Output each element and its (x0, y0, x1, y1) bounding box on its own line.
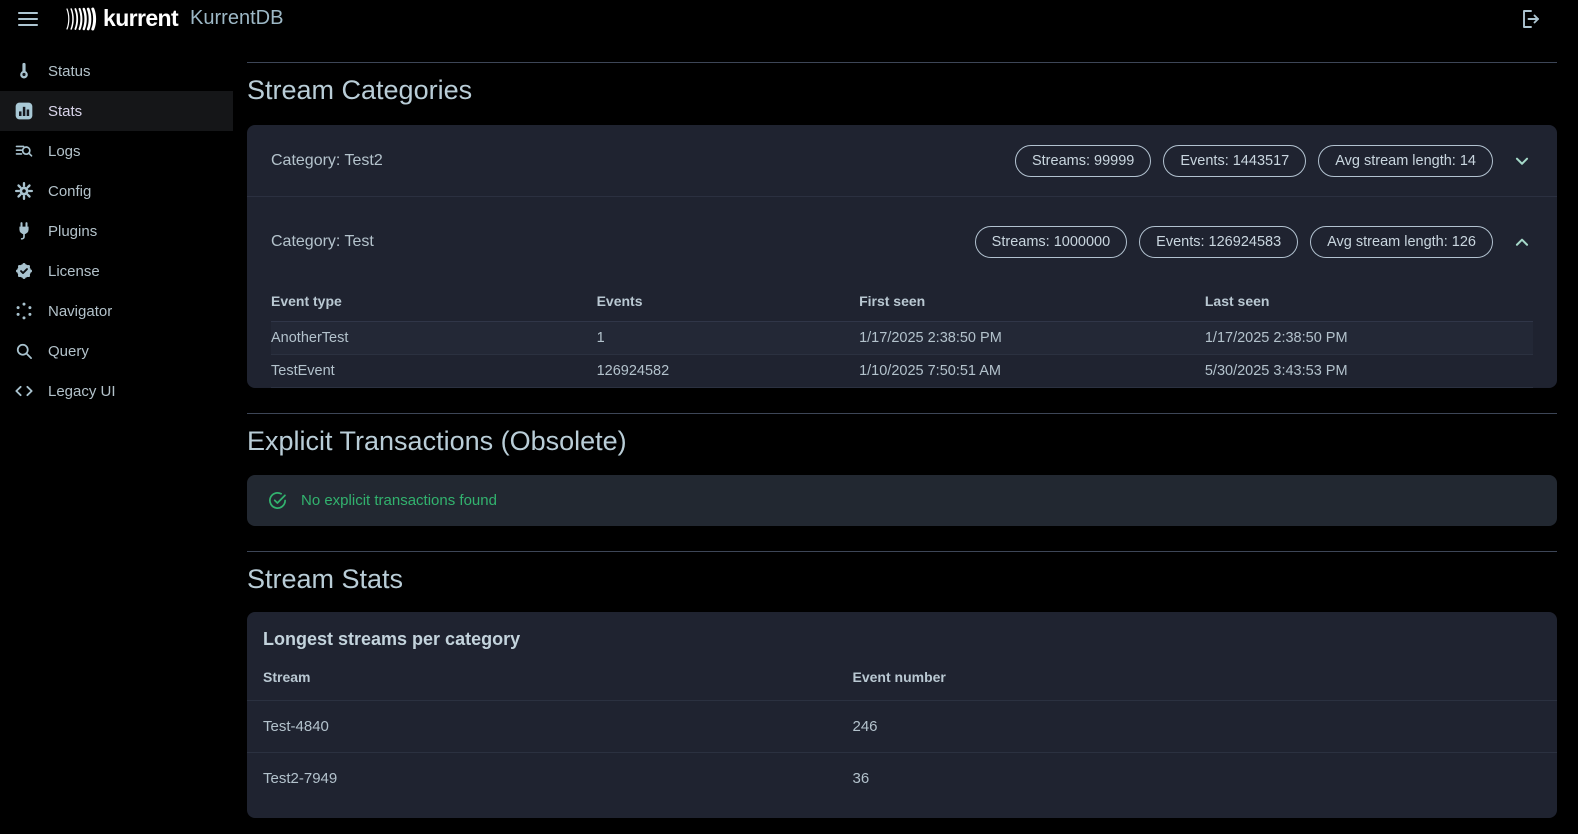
column-header-stream: Stream (247, 650, 837, 701)
sidebar-item-navigator[interactable]: Navigator (0, 291, 233, 331)
explicit-transactions-card: No explicit transactions found (247, 475, 1557, 526)
column-header-event-type: Event type (271, 287, 597, 322)
stream-stats-card: Longest streams per category Stream Even… (247, 612, 1557, 818)
event-type-cell: AnotherTest (271, 322, 597, 355)
longest-streams-table: Stream Event number Test-4840 246 Test2-… (247, 650, 1557, 804)
logout-icon[interactable] (1518, 7, 1542, 31)
table-row: TestEvent 126924582 1/10/2025 7:50:51 AM… (271, 355, 1533, 388)
last-seen-cell: 5/30/2025 3:43:53 PM (1205, 355, 1533, 388)
sidebar-item-license[interactable]: License (0, 251, 233, 291)
sidebar-item-label: Query (48, 343, 89, 360)
chevron-up-icon[interactable] (1511, 231, 1533, 253)
event-type-table: Event type Events First seen Last seen A… (271, 287, 1533, 388)
sidebar-item-label: Navigator (48, 303, 112, 320)
table-row: Test-4840 246 (247, 701, 1557, 753)
events-count-badge: Events: 126924583 (1139, 226, 1298, 258)
sidebar-item-label: Logs (48, 143, 81, 160)
sidebar-item-label: Stats (48, 103, 82, 120)
navigator-dots-icon (13, 300, 35, 322)
table-row: AnotherTest 1 1/17/2025 2:38:50 PM 1/17/… (271, 322, 1533, 355)
category-row-test[interactable]: Category: Test Streams: 1000000 Events: … (247, 197, 1557, 287)
sidebar-item-label: Config (48, 183, 91, 200)
thermometer-icon (13, 60, 35, 82)
bar-chart-icon (13, 100, 35, 122)
section-divider (247, 551, 1557, 552)
no-transactions-message: No explicit transactions found (301, 492, 497, 509)
category-label: Category: Test2 (271, 152, 383, 170)
stream-name-cell: Test-4840 (247, 701, 837, 753)
avg-stream-length-badge: Avg stream length: 14 (1318, 145, 1493, 177)
events-cell: 126924582 (597, 355, 859, 388)
column-header-last-seen: Last seen (1205, 287, 1533, 322)
main-content: Stream Categories Category: Test2 Stream… (247, 37, 1557, 818)
log-search-icon (13, 140, 35, 162)
table-row: Test2-7949 36 (247, 753, 1557, 805)
column-header-first-seen: First seen (859, 287, 1205, 322)
events-cell: 1 (597, 322, 859, 355)
sidebar-item-plugins[interactable]: Plugins (0, 211, 233, 251)
stream-stats-heading: Stream Stats (247, 564, 1557, 595)
sidebar-item-logs[interactable]: Logs (0, 131, 233, 171)
sidebar-item-stats[interactable]: Stats (0, 91, 233, 131)
explicit-transactions-heading: Explicit Transactions (Obsolete) (247, 426, 1557, 457)
app-title: KurrentDB (190, 7, 283, 30)
stream-categories-card: Category: Test2 Streams: 99999 Events: 1… (247, 125, 1557, 388)
avg-stream-length-badge: Avg stream length: 126 (1310, 226, 1493, 258)
plug-icon (13, 220, 35, 242)
category-row-test2[interactable]: Category: Test2 Streams: 99999 Events: 1… (247, 125, 1557, 196)
table-header-row: Event type Events First seen Last seen (271, 287, 1533, 322)
stream-categories-heading: Stream Categories (247, 75, 1557, 106)
license-badge-icon (13, 260, 35, 282)
sidebar-item-label: Status (48, 63, 91, 80)
category-label: Category: Test (271, 233, 374, 251)
streams-count-badge: Streams: 99999 (1015, 145, 1151, 177)
table-header-row: Stream Event number (247, 650, 1557, 701)
event-number-cell: 36 (837, 753, 1558, 805)
last-seen-cell: 1/17/2025 2:38:50 PM (1205, 322, 1533, 355)
section-divider (247, 413, 1557, 414)
sidebar-item-config[interactable]: Config (0, 171, 233, 211)
column-header-event-number: Event number (837, 650, 1558, 701)
kurrent-logo[interactable]: kurrent (64, 5, 178, 32)
check-circle-icon (267, 490, 288, 511)
section-divider (247, 62, 1557, 63)
streams-count-badge: Streams: 1000000 (975, 226, 1128, 258)
column-header-events: Events (597, 287, 859, 322)
hamburger-menu-icon[interactable] (16, 7, 40, 31)
code-brackets-icon (13, 380, 35, 402)
first-seen-cell: 1/17/2025 2:38:50 PM (859, 322, 1205, 355)
gear-icon (13, 180, 35, 202)
kurrent-logo-text: kurrent (103, 5, 178, 32)
sidebar-item-label: Plugins (48, 223, 97, 240)
sidebar-item-query[interactable]: Query (0, 331, 233, 371)
event-type-cell: TestEvent (271, 355, 597, 388)
first-seen-cell: 1/10/2025 7:50:51 AM (859, 355, 1205, 388)
longest-streams-card-title: Longest streams per category (247, 612, 1557, 650)
sidebar-item-label: License (48, 263, 100, 280)
sidebar: Status Stats Logs (0, 37, 233, 411)
event-number-cell: 246 (837, 701, 1558, 753)
app-header: kurrent KurrentDB (0, 0, 1578, 37)
sidebar-item-label: Legacy UI (48, 383, 116, 400)
search-icon (13, 340, 35, 362)
sidebar-item-legacy-ui[interactable]: Legacy UI (0, 371, 233, 411)
kurrent-logo-waves-icon (64, 7, 98, 31)
stream-name-cell: Test2-7949 (247, 753, 837, 805)
events-count-badge: Events: 1443517 (1163, 145, 1306, 177)
sidebar-item-status[interactable]: Status (0, 51, 233, 91)
chevron-down-icon[interactable] (1511, 150, 1533, 172)
